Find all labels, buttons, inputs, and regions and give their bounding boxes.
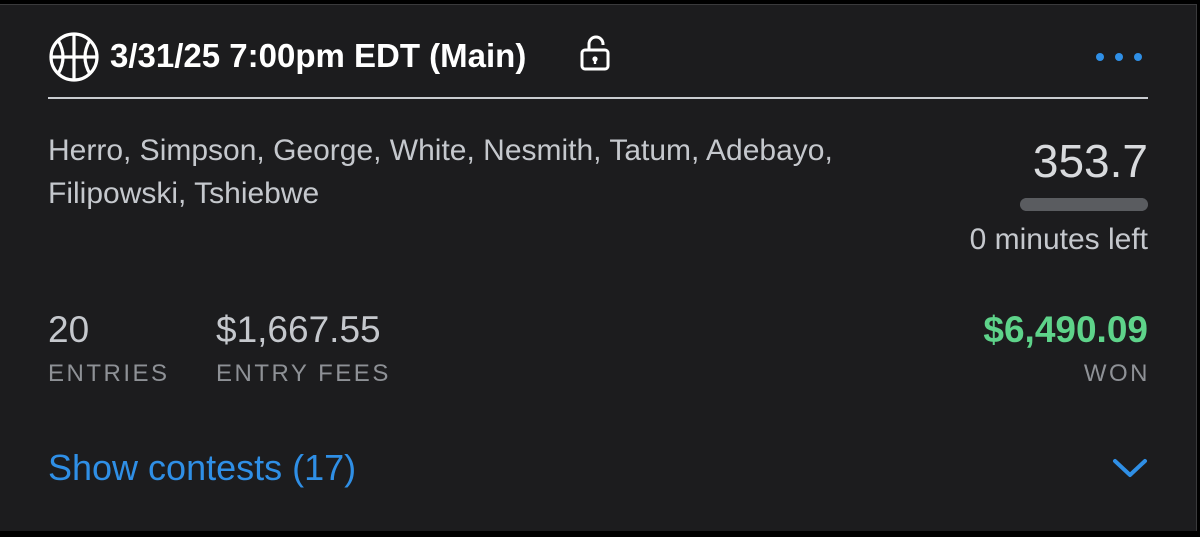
entry-fees-stat: $1,667.55 ENTRY FEES [216, 307, 391, 391]
entries-label: ENTRIES [48, 360, 170, 387]
basketball-icon [48, 31, 100, 83]
lineup-card: 3/31/25 7:00pm EDT (Main) Herro, Simpson… [0, 4, 1197, 531]
show-contests-link[interactable]: Show contests (17) [48, 445, 356, 491]
unlock-icon [580, 35, 610, 71]
lineup-players: Herro, Simpson, George, White, Nesmith, … [48, 134, 833, 210]
entry-fees-label: ENTRY FEES [216, 360, 391, 387]
time-left: 0 minutes left [969, 223, 1148, 256]
won-label: WON [1083, 360, 1150, 387]
time-progress-fill [1020, 198, 1148, 211]
card-header: 3/31/25 7:00pm EDT (Main) [48, 5, 1148, 99]
time-progress-bar [1020, 198, 1148, 211]
more-dots-icon[interactable] [1090, 45, 1148, 69]
slate-title: 3/31/25 7:00pm EDT (Main) [110, 37, 527, 74]
entries-stat: 20 ENTRIES [48, 307, 170, 391]
lineup-score: 353.7 [1032, 135, 1148, 187]
won-stat: $6,490.09 WON [983, 307, 1148, 391]
entry-fees-value: $1,667.55 [216, 309, 381, 350]
chevron-down-icon[interactable] [1112, 455, 1148, 481]
entries-value: 20 [48, 309, 90, 350]
won-value: $6,490.09 [983, 309, 1148, 350]
